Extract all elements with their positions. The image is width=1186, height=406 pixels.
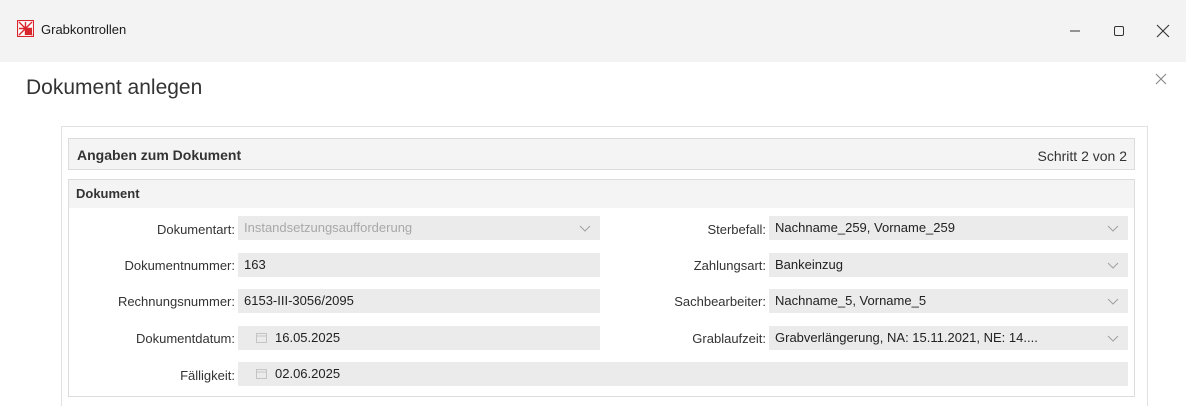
rechnungsnummer-value: 6153-III-3056/2095 [244,293,354,308]
window-titlebar: Grabkontrollen [0,0,1186,62]
section-title: Dokument [76,186,140,201]
minimize-icon [1070,30,1080,32]
dokumentart-label: Dokumentart: [156,222,235,237]
faelligkeit-value: 02.06.2025 [275,366,341,381]
step-indicator: Schritt 2 von 2 [1037,148,1128,164]
dialog-title: Dokument anlegen [26,76,203,99]
sterbefall-label: Sterbefall: [707,222,766,237]
sachbearbeiter-value: Nachname_5, Vorname_5 [775,293,927,308]
sterbefall-select[interactable]: Nachname_259, Vorname_259 [769,216,1128,240]
grablaufzeit-label: Grablaufzeit: [692,331,766,346]
dokumentart-select[interactable]: Instandsetzungsaufforderung [238,216,600,240]
maximize-button[interactable] [1096,11,1142,51]
minimize-button[interactable] [1052,11,1098,51]
panel-header: Angaben zum Dokument Schritt 2 von 2 [68,138,1135,170]
zahlungsart-value: Bankeinzug [775,257,843,272]
dokumentdatum-input[interactable]: 16.05.2025 [238,326,600,350]
dokumentnummer-value: 163 [244,257,266,272]
zahlungsart-label: Zahlungsart: [693,258,766,273]
maximize-icon [1114,26,1124,36]
window-title: Grabkontrollen [41,22,127,37]
chevron-down-icon [579,225,591,232]
faelligkeit-label: Fälligkeit: [180,368,235,383]
grablaufzeit-value: Grabverlängerung, NA: 15.11.2021, NE: 14… [775,330,1038,345]
faelligkeit-input[interactable]: 02.06.2025 [238,362,1128,386]
dokumentnummer-input[interactable]: 163 [238,253,600,277]
chevron-down-icon [1107,335,1119,342]
sachbearbeiter-select[interactable]: Nachname_5, Vorname_5 [769,289,1128,313]
window-close-button[interactable] [1140,11,1186,51]
dokumentnummer-label: Dokumentnummer: [124,258,235,273]
sachbearbeiter-label: Sachbearbeiter: [674,294,766,309]
zahlungsart-select[interactable]: Bankeinzug [769,253,1128,277]
chevron-down-icon [1107,262,1119,269]
calendar-icon[interactable] [256,368,267,379]
chevron-down-icon [1107,225,1119,232]
rechnungsnummer-input[interactable]: 6153-III-3056/2095 [238,289,600,313]
dialog-close-button[interactable] [1150,68,1172,90]
rechnungsnummer-label: Rechnungsnummer: [117,294,235,309]
chevron-down-icon [1107,298,1119,305]
panel-title: Angaben zum Dokument [77,147,242,163]
sterbefall-value: Nachname_259, Vorname_259 [775,220,955,235]
dokumentdatum-label: Dokumentdatum: [136,331,235,346]
close-icon [1156,24,1170,38]
app-logo-icon [17,20,34,37]
dokumentdatum-value: 16.05.2025 [275,330,341,345]
calendar-icon[interactable] [256,332,267,343]
close-icon [1155,73,1167,85]
section-header: Dokument [69,180,1134,208]
dokumentart-value: Instandsetzungsaufforderung [244,220,413,235]
grablaufzeit-select[interactable]: Grabverlängerung, NA: 15.11.2021, NE: 14… [769,326,1128,350]
